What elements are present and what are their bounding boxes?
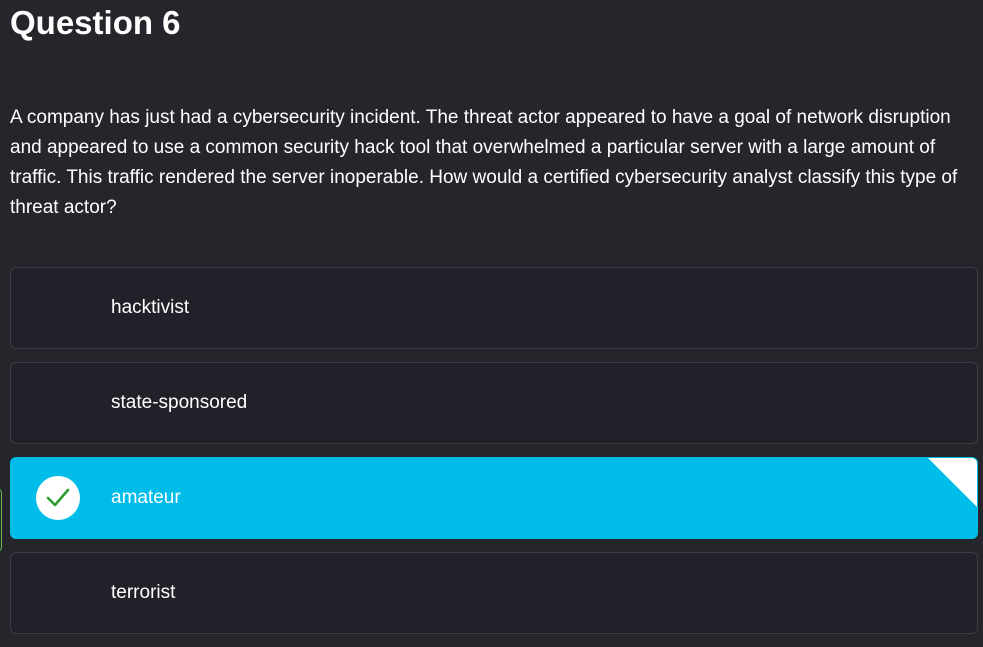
question-text: A company has just had a cybersecurity i… <box>10 107 958 218</box>
option-label: terrorist <box>111 582 176 603</box>
option-state-sponsored[interactable]: state-sponsored <box>10 362 978 444</box>
option-terrorist[interactable]: terrorist <box>10 552 978 634</box>
question-title: Question 6 <box>10 4 181 41</box>
answer-options: hacktivist state-sponsored amateur terro… <box>10 267 978 647</box>
option-amateur[interactable]: amateur <box>10 457 978 539</box>
answer-side-marker <box>0 488 2 552</box>
option-label: state-sponsored <box>111 392 248 413</box>
option-label: hacktivist <box>111 297 190 318</box>
check-icon <box>36 476 80 520</box>
selected-corner-flag <box>928 458 977 507</box>
option-label: amateur <box>111 487 181 508</box>
option-hacktivist[interactable]: hacktivist <box>10 267 978 349</box>
